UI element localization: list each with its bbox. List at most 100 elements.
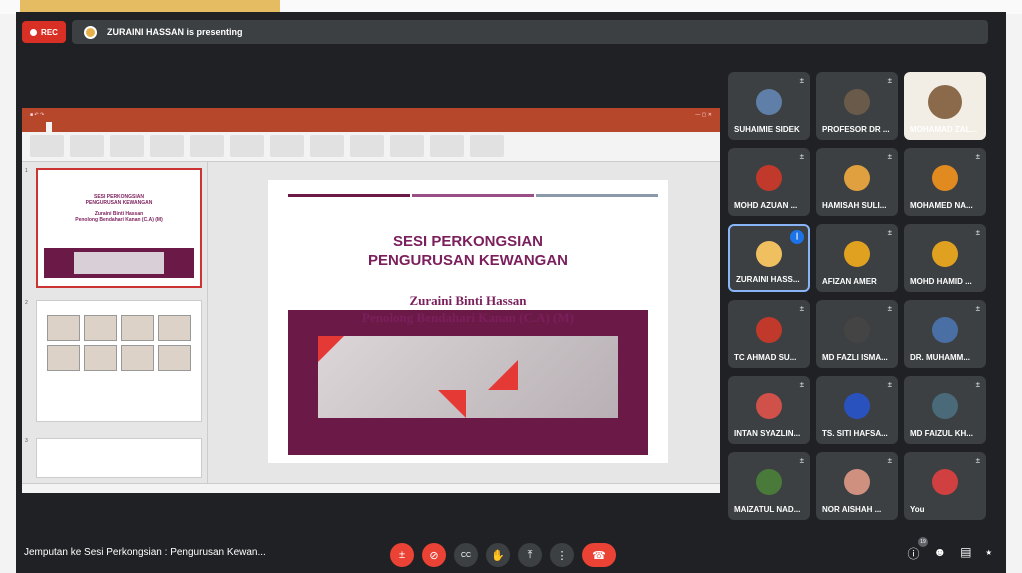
mic-off-icon: ±	[887, 76, 892, 85]
participant-name: MOHAMAD ZAL...	[910, 125, 978, 134]
thumb-sub-line2: Penolong Bendahari Kanan (C.A) (M)	[75, 217, 163, 223]
mic-off-icon: ±	[887, 228, 892, 237]
record-dot-icon	[30, 28, 38, 36]
participant-name: INTAN SYAZLIN...	[734, 429, 801, 438]
mic-off-icon: ±	[975, 456, 980, 465]
red-triangle-decoration	[488, 360, 518, 390]
mic-off-icon: ±	[799, 456, 804, 465]
present-icon: ⤒	[527, 548, 533, 561]
participant-tile[interactable]: ± TC AHMAD SU...	[728, 300, 810, 368]
participant-tile[interactable]: ± DR. MUHAMM...	[904, 300, 986, 368]
chat-icon[interactable]: ▤	[960, 545, 971, 562]
participant-tile[interactable]: ± MD FAIZUL KH...	[904, 376, 986, 444]
participant-tile[interactable]: ± TS. SITI HAFSA...	[816, 376, 898, 444]
more-vert-icon: ⋮	[556, 549, 568, 562]
avatar	[932, 240, 958, 267]
camera-off-icon: ⊘	[429, 549, 439, 562]
activities-icon[interactable]: ⭑	[986, 545, 992, 562]
mic-off-icon: ±	[799, 76, 804, 85]
red-triangle-decoration	[438, 390, 466, 418]
avatar	[932, 392, 958, 419]
avatar	[756, 316, 782, 343]
slide-title: SESI PERKONGSIAN PENGURUSAN KEWANGAN	[268, 232, 668, 270]
participant-tile[interactable]: ± AFIZAN AMER	[816, 224, 898, 292]
mic-off-icon: ±	[975, 380, 980, 389]
captions-button[interactable]: CC	[454, 543, 478, 567]
camera-off-button[interactable]: ⊘	[422, 543, 446, 567]
slide-title-line2: PENGURUSAN KEWANGAN	[367, 252, 568, 269]
avatar	[756, 241, 782, 268]
raise-hand-button[interactable]: ✋	[486, 543, 510, 567]
slide-title-line1: SESI PERKONGSIAN	[392, 233, 544, 250]
mic-off-icon: ±	[887, 456, 892, 465]
mic-off-icon: ±	[887, 380, 892, 389]
mic-off-icon: ±	[975, 304, 980, 313]
ppt-tab-home	[46, 122, 52, 132]
participant-tile[interactable]: ± PROFESOR DR ...	[816, 72, 898, 140]
participant-name: PROFESOR DR ...	[822, 125, 890, 134]
more-options-button[interactable]: ⋮	[550, 543, 574, 567]
video-face	[928, 84, 962, 119]
shared-screen-powerpoint: ■ ↶ ↷ — ▢ ✕ 1 SESI PERKONGSIAN PENGURUSAN…	[22, 108, 720, 493]
avatar	[932, 316, 958, 343]
hand-icon: ✋	[491, 549, 505, 562]
participant-tile[interactable]: ± INTAN SYAZLIN...	[728, 376, 810, 444]
recording-indicator: REC	[22, 21, 66, 43]
thumbnail-number: 2	[25, 300, 28, 306]
ppt-ribbon-tabs	[22, 122, 720, 132]
participant-tile[interactable]: ± MOHD AZUAN ...	[728, 148, 810, 216]
participant-tile[interactable]: ± MOHAMED NA...	[904, 148, 986, 216]
people-icon[interactable]: ☻	[934, 545, 947, 562]
info-icon[interactable]: ⓘ	[908, 545, 920, 562]
slide-thumbnail-3	[36, 438, 202, 478]
avatar	[844, 468, 870, 495]
participant-tile[interactable]: ± You	[904, 452, 986, 520]
participant-tile[interactable]: ± MD FAZLI ISMA...	[816, 300, 898, 368]
avatar	[844, 164, 870, 191]
slide-photo-band	[288, 310, 648, 455]
meet-window: REC ZURAINI HASSAN is presenting ■ ↶ ↷ — …	[16, 12, 1006, 573]
slide-presenter-line1: Zuraini Binti Hassan	[409, 293, 527, 308]
video-tile[interactable]: MOHAMAD ZAL...	[904, 72, 986, 140]
mic-off-icon: ±	[799, 380, 804, 389]
slide-thumbnail-2	[36, 300, 202, 422]
participant-tile[interactable]: ❙ ZURAINI HASS...	[728, 224, 810, 292]
mic-off-icon: ±	[398, 549, 406, 561]
avatar	[844, 240, 870, 267]
speaking-icon: ❙	[790, 230, 804, 244]
participant-tile[interactable]: ± HAMISAH SULI...	[816, 148, 898, 216]
mic-off-icon: ±	[799, 152, 804, 161]
present-button[interactable]: ⤒	[518, 543, 542, 567]
participant-name: NOR AISHAH ...	[822, 505, 882, 514]
participant-name: MOHD AZUAN ...	[734, 201, 798, 210]
leave-call-button[interactable]: ☎	[582, 543, 616, 567]
participant-tile[interactable]: ± MAIZATUL NAD...	[728, 452, 810, 520]
participant-tile[interactable]: ± SUHAIMIE SIDEK	[728, 72, 810, 140]
presenting-text: ZURAINI HASSAN is presenting	[107, 27, 243, 37]
participant-name: MOHD HAMID ...	[910, 277, 972, 286]
participant-name: MD FAZLI ISMA...	[822, 353, 888, 362]
avatar	[756, 468, 782, 495]
participant-name: MD FAIZUL KH...	[910, 429, 973, 438]
call-controls: ± ⊘ CC ✋ ⤒ ⋮ ☎	[390, 543, 616, 567]
slide-presenter: Zuraini Binti Hassan Penolong Bendahari …	[268, 292, 668, 326]
hangup-icon: ☎	[592, 549, 606, 562]
thumb-photo-band	[44, 248, 194, 278]
avatar	[844, 88, 870, 115]
slide-thumbnail-pane: 1 SESI PERKONGSIAN PENGURUSAN KEWANGAN Z…	[22, 162, 208, 483]
ppt-workspace: 1 SESI PERKONGSIAN PENGURUSAN KEWANGAN Z…	[22, 162, 720, 483]
meeting-name: Jemputan ke Sesi Perkongsian : Pengurusa…	[24, 547, 266, 558]
slide-presenter-line2: Penolong Bendahari Kanan (C.A) (M)	[362, 310, 574, 325]
mic-off-icon: ±	[799, 304, 804, 313]
ppt-ribbon	[22, 132, 720, 162]
ppt-window-controls: ■ ↶ ↷	[30, 112, 45, 118]
current-slide: SESI PERKONGSIAN PENGURUSAN KEWANGAN Zur…	[268, 180, 668, 463]
participant-name: DR. MUHAMM...	[910, 353, 970, 362]
participant-tile[interactable]: ± NOR AISHAH ...	[816, 452, 898, 520]
slide-canvas: SESI PERKONGSIAN PENGURUSAN KEWANGAN Zur…	[208, 162, 720, 483]
participant-tile[interactable]: ± MOHD HAMID ...	[904, 224, 986, 292]
avatar	[756, 392, 782, 419]
avatar	[844, 316, 870, 343]
mic-off-button[interactable]: ±	[390, 543, 414, 567]
calculator-photo	[318, 336, 618, 418]
